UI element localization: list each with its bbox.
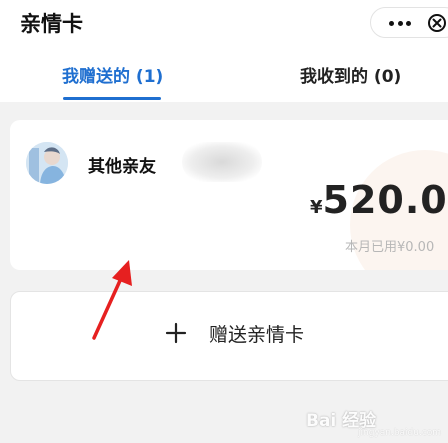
- gift-family-card-label: 赠送亲情卡: [209, 324, 305, 346]
- family-card-item[interactable]: 其他亲友 ¥520.00 本月已用¥0.00: [10, 120, 448, 270]
- blurred-name-region: [182, 142, 262, 182]
- avatar: [26, 142, 68, 184]
- gift-family-card-button[interactable]: 赠送亲情卡: [10, 291, 448, 381]
- annotation-arrow: [92, 260, 132, 340]
- page-title: 亲情卡: [20, 12, 83, 36]
- mini-program-capsule: [370, 7, 448, 38]
- close-circle-icon[interactable]: [427, 13, 447, 33]
- amount-value: 520.00: [322, 178, 448, 222]
- tab-received[interactable]: 我收到的 (0): [300, 62, 401, 87]
- watermark-subtext: jingyan.baidu.com: [358, 428, 442, 438]
- baidu-jingyan-watermark: Bai 经验 jingyan.baidu.com: [306, 404, 446, 440]
- avatar-image: [26, 142, 68, 184]
- header: 亲情卡 我赠送的 (1) 我收到的 (0): [0, 0, 448, 102]
- plus-icon: [165, 322, 187, 344]
- currency-symbol: ¥: [310, 197, 323, 218]
- tab-sent[interactable]: 我赠送的 (1): [62, 62, 163, 87]
- recipient-name: 其他亲友: [88, 157, 156, 177]
- more-dots-icon[interactable]: [389, 21, 411, 26]
- monthly-usage: 本月已用¥0.00: [345, 240, 435, 255]
- active-tab-indicator: [63, 97, 161, 100]
- card-amount: ¥520.00: [310, 178, 448, 222]
